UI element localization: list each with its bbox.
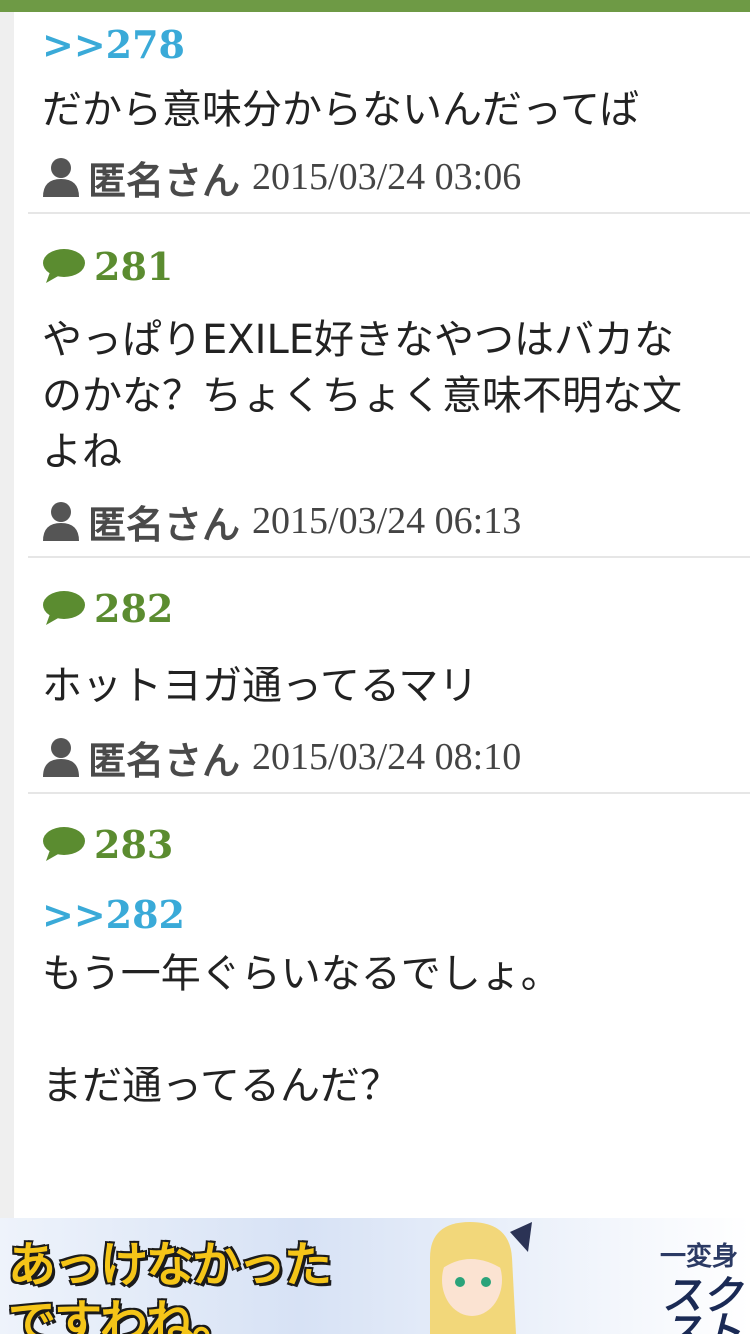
comment-number[interactable]: 283 <box>94 822 173 867</box>
comment-number[interactable]: 281 <box>94 244 173 289</box>
ad-headline: あっけなかった ですわね。 <box>8 1237 332 1334</box>
ad-game-logo: スク スト <box>662 1273 742 1334</box>
comment-bubble-icon <box>43 591 85 625</box>
ad-side-text: 一変身 <box>660 1242 739 1272</box>
comment-meta: 匿名さん 2015/03/24 06:13 <box>42 486 750 556</box>
comment-body: もう一年ぐらいなるでしょ。 まだ通ってるんだ？ <box>42 951 561 1109</box>
user-icon <box>43 738 79 777</box>
reply-link[interactable]: >>282 <box>42 890 750 940</box>
author-name: 匿名さん <box>88 158 241 203</box>
comment-meta: 匿名さん 2015/03/24 08:10 <box>42 722 750 792</box>
comment-body: ホットヨガ通ってるマリ <box>42 663 479 709</box>
comment-item: 281 やっぱりEXILE好きなやつはバカな のかな？ちょくちょく意味不明な文 … <box>28 214 750 558</box>
comment-number-row: 282 <box>28 578 750 638</box>
comment-item: 282 ホットヨガ通ってるマリ 匿名さん 2015/03/24 08:10 <box>28 558 750 794</box>
comment-number-row: 281 <box>28 236 750 296</box>
author-name: 匿名さん <box>88 738 241 783</box>
comment-item: 283 >>282 もう一年ぐらいなるでしょ。 まだ通ってるんだ？ <box>28 794 750 1114</box>
ad-banner[interactable]: あっけなかった ですわね。 一変身 スク スト <box>0 1218 750 1334</box>
post-date: 2015/03/24 08:10 <box>252 736 522 778</box>
top-bar <box>0 0 750 12</box>
comment-bubble-icon <box>43 827 85 861</box>
comment-bubble-icon <box>43 249 85 283</box>
character-illustration <box>430 1222 532 1334</box>
comment-body: だから意味分からないんだってば <box>42 87 640 133</box>
user-icon <box>43 502 79 541</box>
left-rail <box>0 12 14 1218</box>
author-name: 匿名さん <box>88 502 241 547</box>
comment-meta: 匿名さん 2015/03/24 03:06 <box>42 142 750 212</box>
post-date: 2015/03/24 06:13 <box>252 500 522 542</box>
comment-item: >>278 だから意味分からないんだってば 匿名さん 2015/03/24 03… <box>28 12 750 214</box>
comment-number[interactable]: 282 <box>94 586 173 631</box>
reply-link[interactable]: >>278 <box>42 20 750 70</box>
comment-number-row: 283 <box>28 814 750 874</box>
comment-body: やっぱりEXILE好きなやつはバカな のかな？ちょくちょく意味不明な文 よね <box>42 317 682 475</box>
post-date: 2015/03/24 03:06 <box>252 156 522 198</box>
comment-feed[interactable]: >>278 だから意味分からないんだってば 匿名さん 2015/03/24 03… <box>28 12 750 1218</box>
user-icon <box>43 158 79 197</box>
